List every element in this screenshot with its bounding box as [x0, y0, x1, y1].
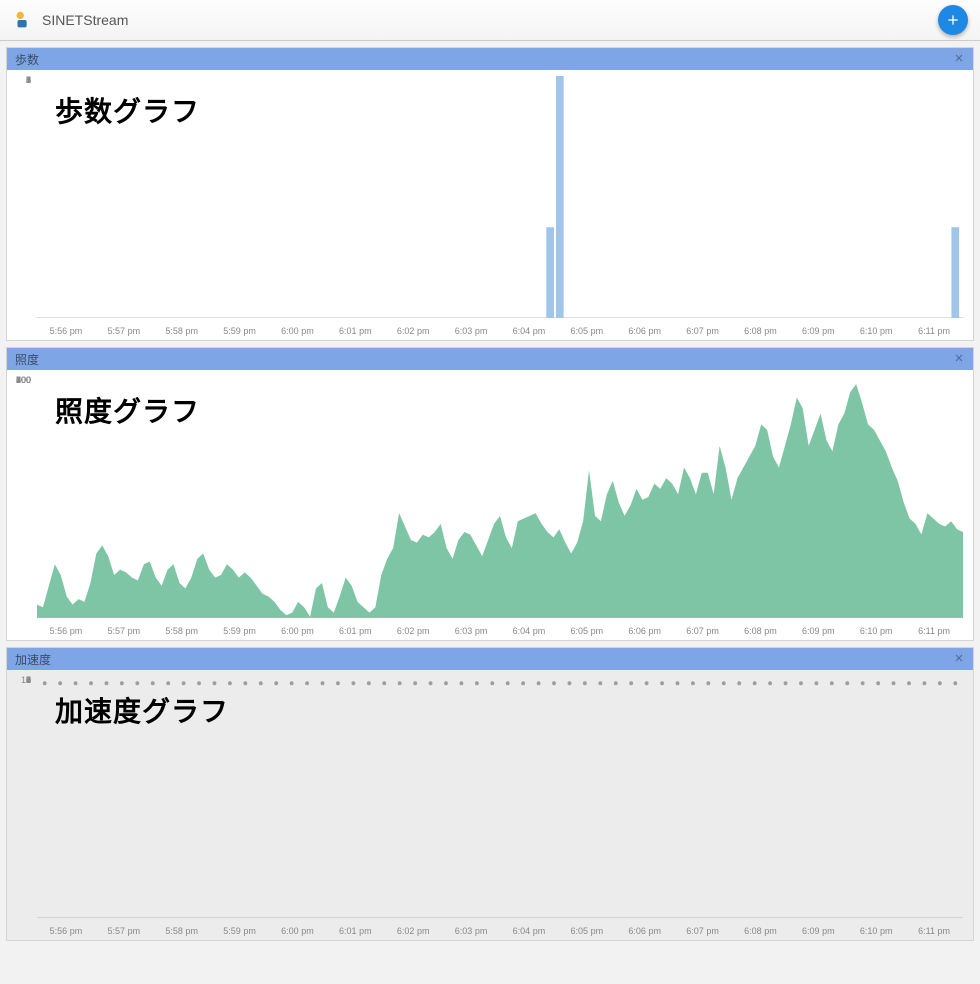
x-tick: 6:07 pm: [686, 326, 719, 336]
x-tick: 6:02 pm: [397, 326, 430, 336]
x-tick: 5:57 pm: [108, 626, 141, 636]
x-tick: 6:00 pm: [281, 326, 314, 336]
app-title: SINETStream: [42, 12, 128, 28]
panel-lux: 照度 照度グラフ 900 800 700 600 500 400 300 200…: [6, 347, 974, 641]
panel-steps: 歩数 歩数グラフ 8 7 6 5 4 3: [6, 47, 974, 341]
x-tick: 6:08 pm: [744, 926, 777, 936]
x-tick: 6:04 pm: [513, 326, 546, 336]
x-tick: 5:59 pm: [223, 926, 256, 936]
x-tick: 6:01 pm: [339, 326, 372, 336]
panel-title: 歩数: [15, 51, 953, 68]
x-tick: 5:56 pm: [50, 326, 83, 336]
x-tick: 6:08 pm: [744, 626, 777, 636]
x-tick: 5:59 pm: [223, 626, 256, 636]
close-icon: [953, 352, 965, 364]
close-button[interactable]: [953, 652, 965, 667]
add-button[interactable]: [938, 5, 968, 35]
x-tick: 6:10 pm: [860, 626, 893, 636]
x-tick: 6:05 pm: [571, 926, 604, 936]
x-tick: 6:08 pm: [744, 326, 777, 336]
x-tick: 6:09 pm: [802, 326, 835, 336]
x-tick: 6:03 pm: [455, 626, 488, 636]
plot-steps: [37, 76, 963, 318]
x-tick: 6:02 pm: [397, 926, 430, 936]
x-tick: 6:06 pm: [628, 926, 661, 936]
x-tick: 5:56 pm: [50, 926, 83, 936]
x-tick: 6:06 pm: [628, 626, 661, 636]
x-tick: 6:11 pm: [918, 326, 950, 336]
app-bar: SINETStream: [0, 0, 980, 41]
panels-container: 歩数 歩数グラフ 8 7 6 5 4 3: [0, 41, 980, 953]
x-tick: 5:57 pm: [108, 926, 141, 936]
x-tick: 6:07 pm: [686, 626, 719, 636]
plus-icon: [945, 12, 961, 28]
plot-lux: [37, 376, 963, 618]
x-tick: 6:04 pm: [513, 926, 546, 936]
chart-accel: 加速度グラフ 10 9 8 7 6 5 4 3 2 1 0 5:56 pm5:5…: [7, 670, 973, 940]
x-tick: 6:10 pm: [860, 926, 893, 936]
x-tick: 6:09 pm: [802, 626, 835, 636]
close-icon: [953, 52, 965, 64]
x-tick: 6:05 pm: [571, 626, 604, 636]
panel-title: 加速度: [15, 651, 953, 668]
chart-steps: 歩数グラフ 8 7 6 5 4 3 2 1 0: [7, 70, 973, 340]
plot-accel: [37, 676, 963, 918]
panel-header-accel: 加速度: [7, 648, 973, 670]
x-tick: 6:05 pm: [571, 326, 604, 336]
x-tick: 6:09 pm: [802, 926, 835, 936]
x-tick: 6:01 pm: [339, 626, 372, 636]
panel-title: 照度: [15, 351, 953, 368]
close-button[interactable]: [953, 52, 965, 67]
x-tick: 6:07 pm: [686, 926, 719, 936]
close-button[interactable]: [953, 352, 965, 367]
close-icon: [953, 652, 965, 664]
x-tick: 5:58 pm: [165, 926, 198, 936]
chart-lux: 照度グラフ 900 800 700 600 500 400 300 200 10…: [7, 370, 973, 640]
panel-accel: 加速度 加速度グラフ 10 9 8 7 6 5 4 3 2 1 0 5:56 p…: [6, 647, 974, 941]
app-logo-icon: [12, 9, 34, 31]
x-tick: 6:04 pm: [513, 626, 546, 636]
x-tick: 6:03 pm: [455, 326, 488, 336]
x-tick: 5:56 pm: [50, 626, 83, 636]
x-tick: 6:00 pm: [281, 626, 314, 636]
x-tick: 6:06 pm: [628, 326, 661, 336]
x-tick: 6:11 pm: [918, 926, 950, 936]
x-tick: 5:59 pm: [223, 326, 256, 336]
x-tick: 5:57 pm: [108, 326, 141, 336]
x-tick: 6:02 pm: [397, 626, 430, 636]
x-tick: 6:11 pm: [918, 626, 950, 636]
panel-header-steps: 歩数: [7, 48, 973, 70]
panel-header-lux: 照度: [7, 348, 973, 370]
x-tick: 6:00 pm: [281, 926, 314, 936]
x-tick: 5:58 pm: [165, 326, 198, 336]
x-tick: 6:03 pm: [455, 926, 488, 936]
x-tick: 6:10 pm: [860, 326, 893, 336]
x-tick: 6:01 pm: [339, 926, 372, 936]
x-tick: 5:58 pm: [165, 626, 198, 636]
